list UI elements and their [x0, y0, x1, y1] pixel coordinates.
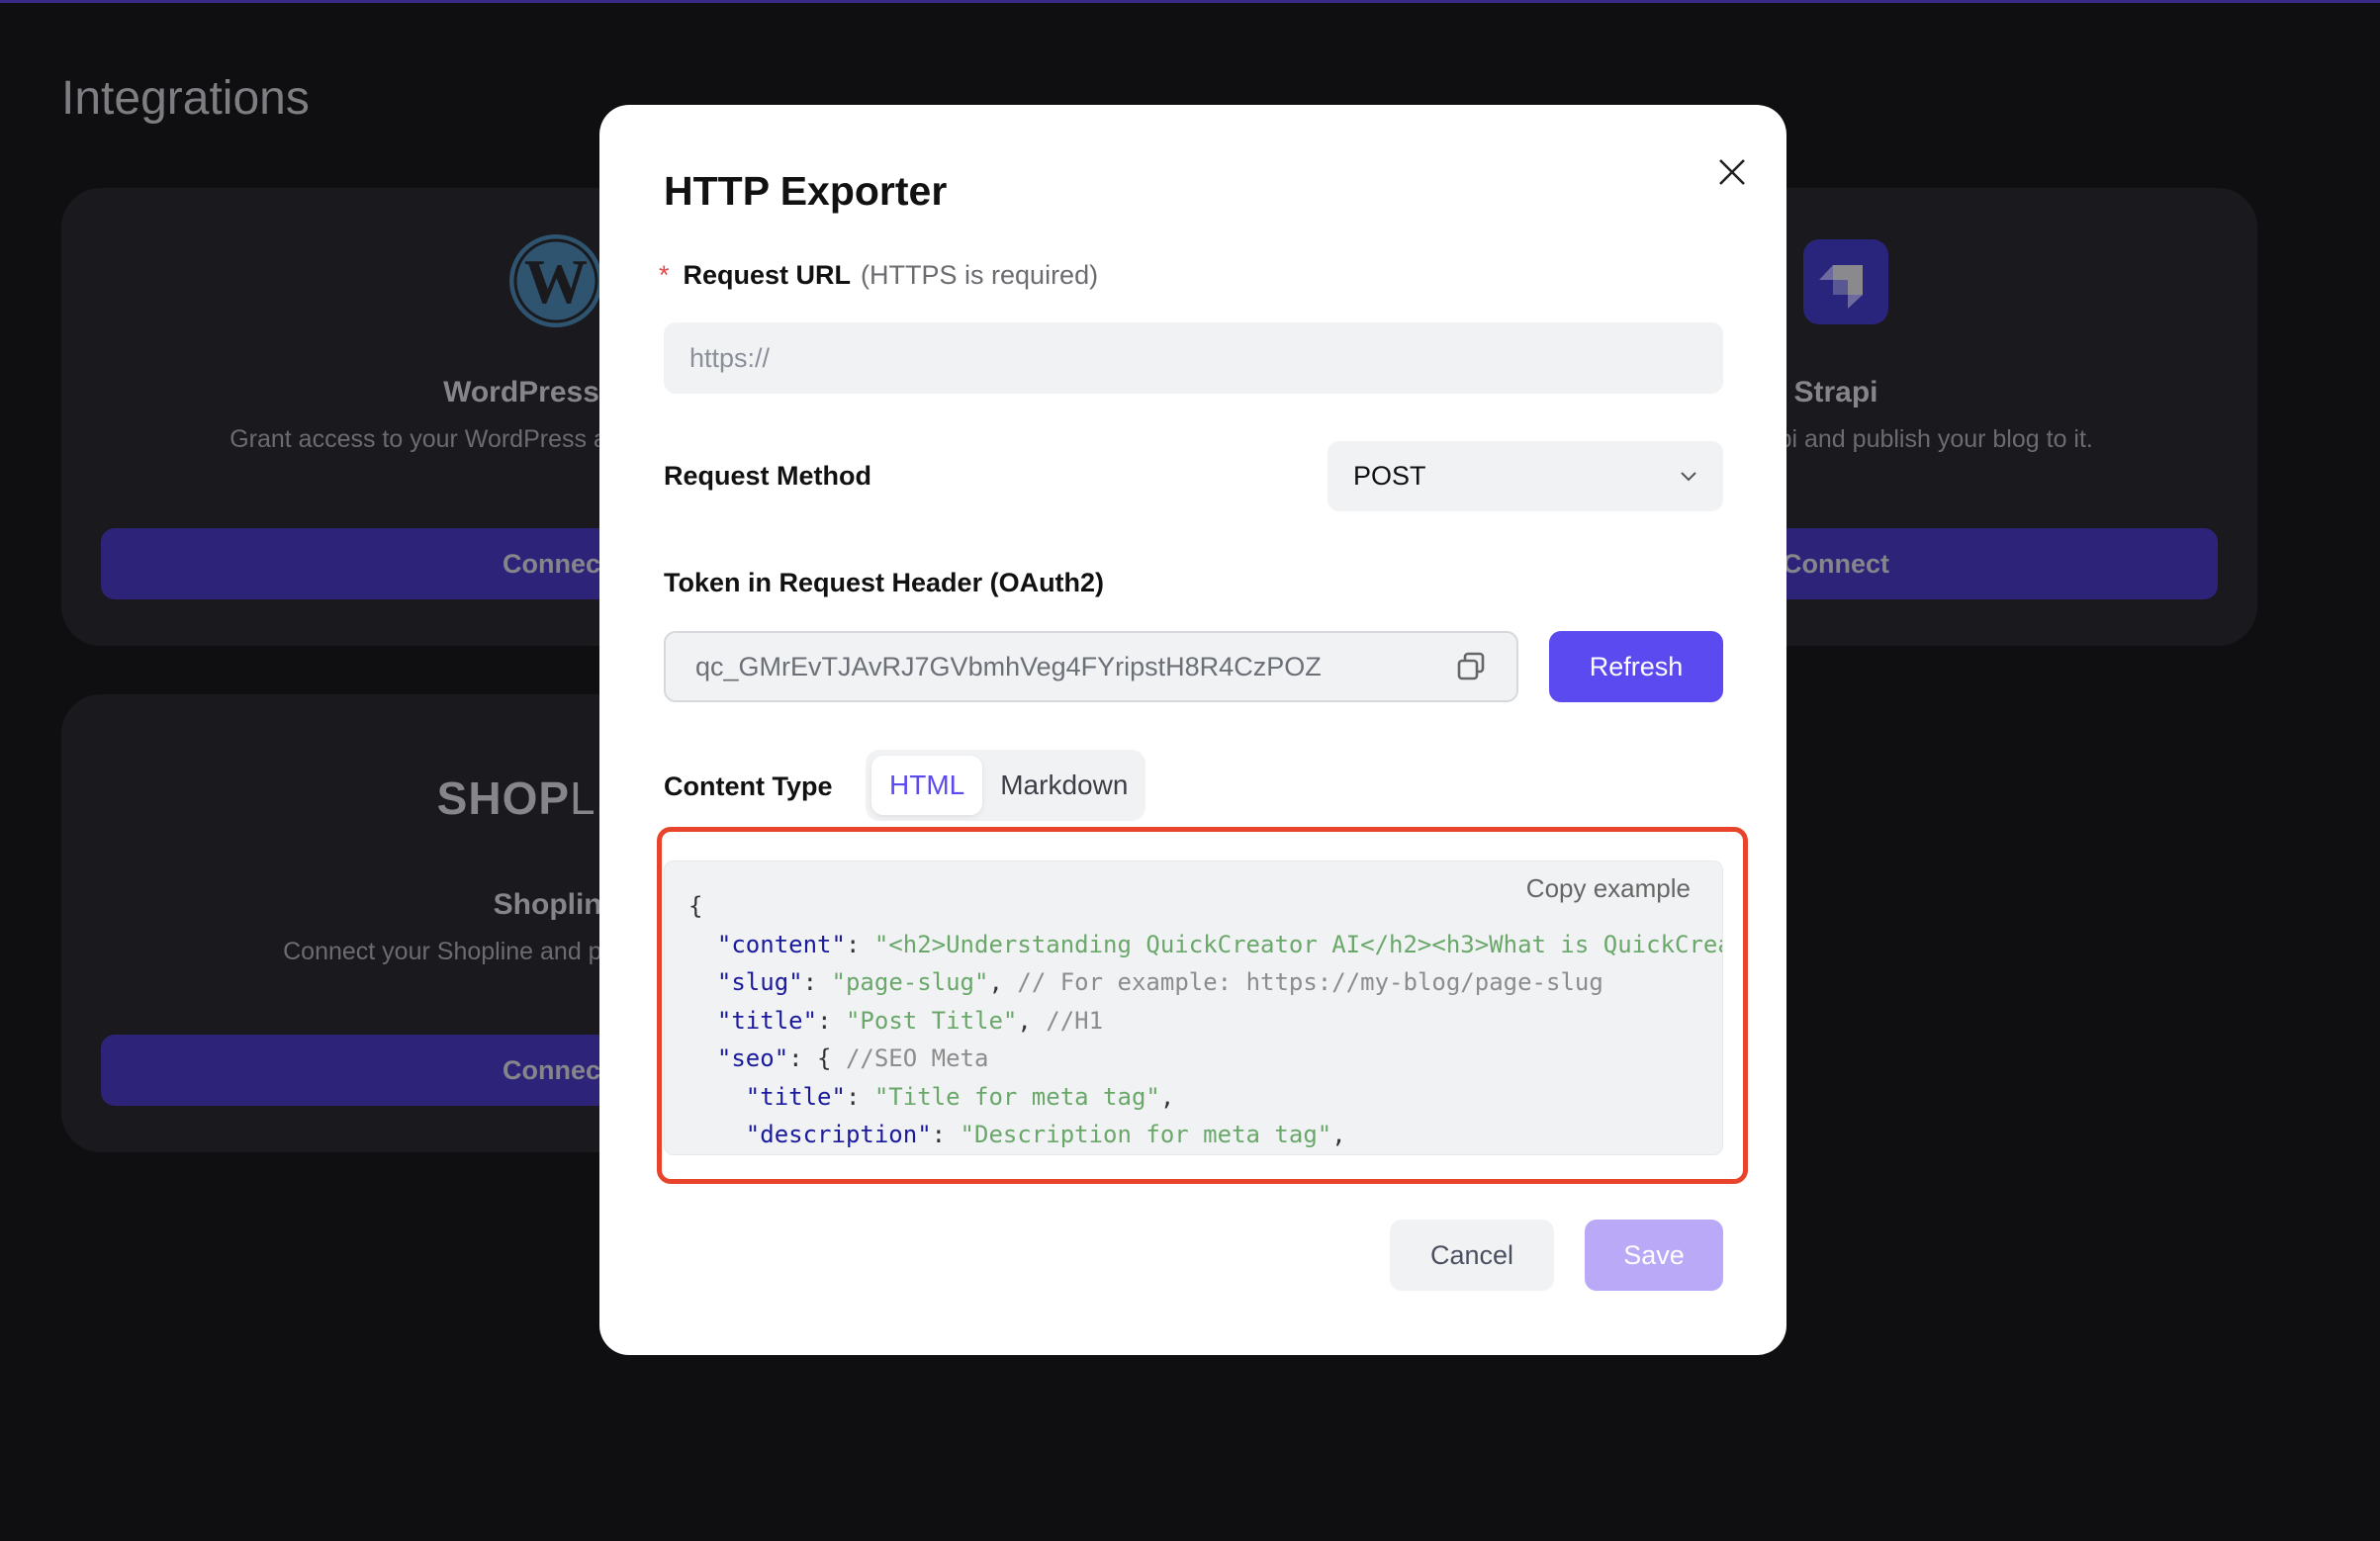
code-key: "content" [716, 930, 846, 958]
code-string: "Post Title" [845, 1006, 1018, 1035]
example-code: { "content": "<h2>Understanding QuickCre… [688, 887, 1722, 1154]
code-line: "title": "Title for meta tag", [688, 1078, 1722, 1117]
code-punct: : [802, 968, 832, 996]
code-string: "<h2>Understanding QuickCreator AI</h2><… [873, 930, 1723, 958]
chevron-down-icon [1681, 471, 1696, 481]
content-type-label: Content Type [664, 771, 833, 801]
code-comment: //H1 [1046, 1006, 1104, 1035]
code-key: "seo" [716, 1044, 789, 1072]
modal-title: HTTP Exporter [664, 168, 948, 214]
request-url-label: * Request URL (HTTPS is required) [659, 260, 1098, 291]
code-punct: : [817, 1006, 846, 1035]
code-punct: , [988, 968, 1018, 996]
example-payload-code-block: Copy example { "content": "<h2>Understan… [664, 861, 1723, 1155]
code-key: "title" [716, 1006, 818, 1035]
code-key: "title" [745, 1082, 846, 1111]
wordpress-logo-icon: W [508, 233, 603, 328]
shopline-logo-bold: SHOP [436, 772, 571, 824]
code-punct: , [1159, 1082, 1175, 1111]
content-type-option-markdown[interactable]: Markdown [982, 756, 1145, 815]
refresh-token-button[interactable]: Refresh [1549, 631, 1723, 702]
request-method-value: POST [1353, 461, 1426, 491]
required-asterisk: * [659, 260, 670, 290]
code-line: "title": "Post Title", //H1 [688, 1002, 1722, 1041]
code-punct: , [1017, 1006, 1047, 1035]
code-punct: , [1331, 1121, 1346, 1148]
save-button[interactable]: Save [1585, 1220, 1723, 1291]
code-comment: //SEO Meta [845, 1044, 989, 1072]
http-exporter-modal: HTTP Exporter * Request URL (HTTPS is requ… [599, 105, 1786, 1355]
code-punct: { [688, 892, 703, 920]
page-title: Integrations [61, 72, 310, 125]
top-accent-bar [0, 0, 2380, 3]
code-punct: : [845, 930, 874, 958]
cancel-button[interactable]: Cancel [1390, 1220, 1554, 1291]
code-punct: : [845, 1082, 874, 1111]
token-label: Token in Request Header (OAuth2) [664, 568, 1105, 597]
close-icon [1719, 159, 1745, 185]
content-type-option-html[interactable]: HTML [871, 756, 983, 815]
code-punct: : [931, 1121, 961, 1148]
request-url-input[interactable] [664, 322, 1723, 394]
code-key: "description" [745, 1121, 932, 1148]
request-url-label-text: Request URL [683, 260, 852, 290]
code-line: "description": "Description for meta tag… [688, 1116, 1722, 1154]
code-key: "slug" [716, 968, 803, 996]
copy-token-button[interactable] [1455, 651, 1487, 682]
token-field[interactable]: qc_GMrEvTJAvRJ7GVbmhVeg4FYripstH8R4CzPOZ [664, 631, 1518, 702]
code-punct: : { [788, 1044, 846, 1072]
request-method-select[interactable]: POST [1327, 441, 1723, 511]
code-line: { [688, 887, 1722, 926]
content-type-toggle: HTML Markdown [866, 750, 1145, 821]
copy-icon [1457, 652, 1485, 680]
code-string: "page-slug" [831, 968, 989, 996]
request-method-label: Request Method [664, 461, 872, 491]
code-line: "seo": { //SEO Meta [688, 1040, 1722, 1078]
code-line: "slug": "page-slug", // For example: htt… [688, 963, 1722, 1002]
request-url-hint: (HTTPS is required) [861, 260, 1099, 290]
code-comment: // For example: https://my-blog/page-slu… [1017, 968, 1603, 996]
close-button[interactable] [1708, 148, 1756, 196]
strapi-logo-icon [1803, 239, 1888, 324]
token-value: qc_GMrEvTJAvRJ7GVbmhVeg4FYripstH8R4CzPOZ [695, 651, 1322, 681]
code-string: "Title for meta tag" [873, 1082, 1160, 1111]
code-string: "Description for meta tag" [960, 1121, 1332, 1148]
code-line: "content": "<h2>Understanding QuickCreat… [688, 926, 1722, 964]
svg-text:W: W [524, 246, 588, 317]
